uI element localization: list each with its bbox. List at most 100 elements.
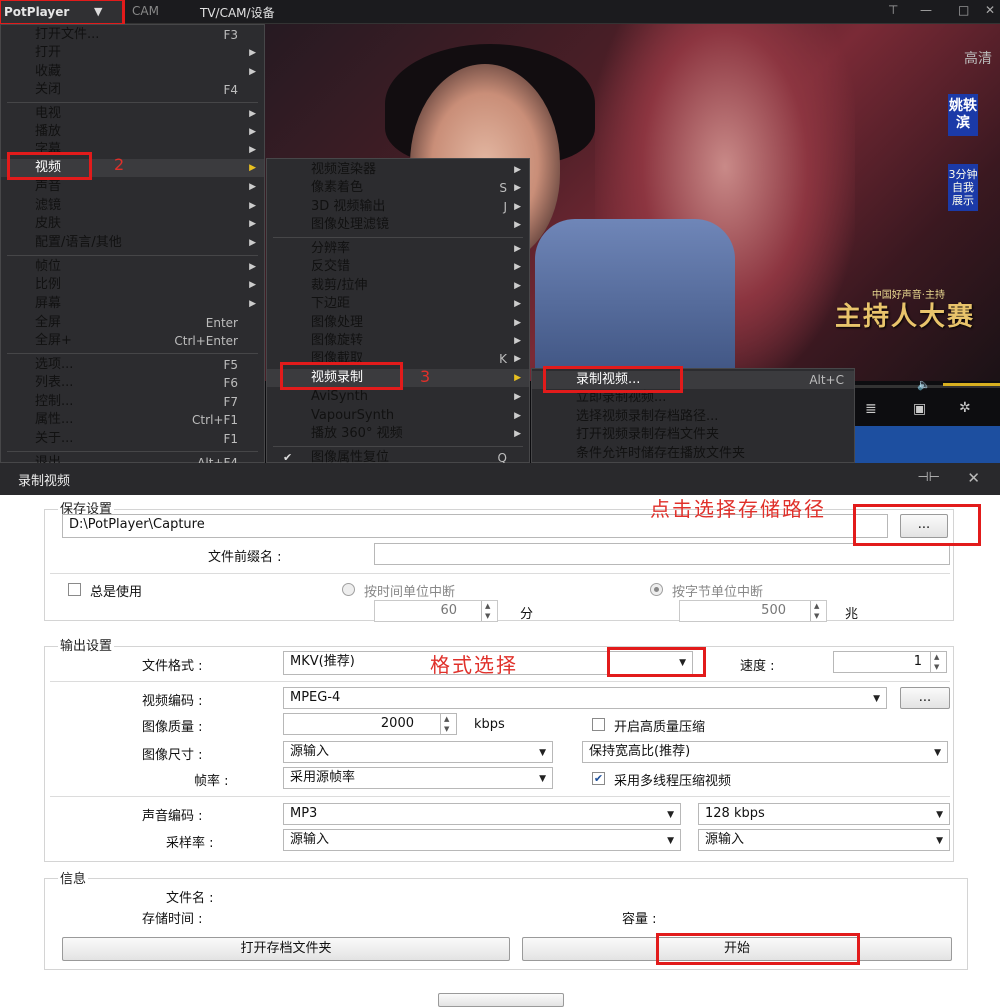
time-value-input[interactable]: 60 ▲ ▼: [374, 600, 498, 622]
control-accent-bar: [855, 426, 1000, 463]
pin-icon[interactable]: ⊣⊢: [917, 470, 940, 485]
spin-down-icon: ▼: [814, 612, 820, 620]
menu-item[interactable]: VapourSynth ▶: [267, 407, 529, 425]
acodec-value: MP3: [290, 806, 318, 821]
menu-item[interactable]: 退出 Alt+F4: [1, 454, 264, 463]
samplerate-label: 采样率 :: [166, 836, 214, 851]
channels-select[interactable]: 源输入 ▼: [698, 829, 950, 851]
vcodec-settings-button[interactable]: ...: [900, 687, 950, 709]
split-time-radio[interactable]: [342, 583, 355, 596]
menu-item[interactable]: 播放 360° 视频 ▶: [267, 425, 529, 443]
close-dialog-button[interactable]: [438, 993, 564, 1007]
menu-item[interactable]: 下边距 ▶: [267, 295, 529, 313]
menu-item[interactable]: 屏幕 ▶: [1, 295, 264, 313]
split-size-radio[interactable]: [650, 583, 663, 596]
menu-item[interactable]: 控制... F7: [1, 393, 264, 411]
submenu-arrow-icon: ▶: [249, 280, 256, 290]
menu-item[interactable]: AviSynth ▶: [267, 388, 529, 406]
menu-item[interactable]: 分辨率 ▶: [267, 240, 529, 258]
screen-icon[interactable]: ▣: [913, 401, 926, 417]
spin-down-icon: ▼: [485, 612, 491, 620]
speed-spinner[interactable]: ▲ ▼: [930, 652, 946, 672]
menu-item[interactable]: 声音 ▶: [1, 178, 264, 196]
maximize-icon[interactable]: □: [958, 3, 969, 17]
minimize-icon[interactable]: —: [920, 3, 932, 17]
menu-item[interactable]: 皮肤 ▶: [1, 215, 264, 233]
menu-item[interactable]: 选项... F5: [1, 356, 264, 374]
always-use-checkbox[interactable]: [68, 583, 81, 596]
submenu-arrow-icon: ▶: [249, 182, 256, 192]
aspect-select[interactable]: 保持宽高比(推荐) ▼: [582, 741, 948, 763]
menu-item[interactable]: 打开视频录制存档文件夹: [532, 426, 854, 444]
menu-item[interactable]: 全屏+ Ctrl+Enter: [1, 332, 264, 350]
menu-item[interactable]: 反交错 ▶: [267, 258, 529, 276]
quality-input[interactable]: 2000 ▲ ▼: [283, 713, 457, 735]
menu-item[interactable]: 关于... F1: [1, 430, 264, 448]
fps-value: 采用源帧率: [290, 770, 356, 785]
pin-icon[interactable]: ⊤: [888, 3, 898, 17]
output-settings-label: 输出设置: [58, 635, 115, 654]
vcodec-value: MPEG-4: [290, 690, 341, 705]
menu-item[interactable]: 列表... F6: [1, 374, 264, 392]
menu-item[interactable]: 图像处理 ▶: [267, 314, 529, 332]
size-value-input[interactable]: 500 ▲ ▼: [679, 600, 827, 622]
abitrate-select[interactable]: 128 kbps ▼: [698, 803, 950, 825]
gear-icon[interactable]: ✲: [959, 400, 971, 416]
hq-compress-checkbox[interactable]: [592, 718, 605, 731]
menu-item[interactable]: 像素着色 S ▶: [267, 179, 529, 197]
menu-item[interactable]: 3D 视频输出 J ▶: [267, 198, 529, 216]
prefix-input[interactable]: [374, 543, 950, 565]
submenu-arrow-icon: ▶: [249, 201, 256, 211]
acodec-select[interactable]: MP3 ▼: [283, 803, 681, 825]
menu-item[interactable]: 图像旋转 ▶: [267, 332, 529, 350]
quality-spinner[interactable]: ▲ ▼: [440, 714, 456, 734]
playlist-icon[interactable]: ≣: [865, 401, 877, 417]
menu-item[interactable]: 打开 ▶: [1, 44, 264, 62]
speed-label: 速度 :: [740, 659, 775, 674]
quality-value: 2000: [380, 716, 414, 731]
menu-item[interactable]: 选择视频录制存档路径...: [532, 408, 854, 426]
fps-select[interactable]: 采用源帧率 ▼: [283, 767, 553, 789]
size-value: 500: [761, 603, 786, 618]
submenu-arrow-icon: ▶: [514, 354, 521, 364]
menu-item[interactable]: 图像处理滤镜 ▶: [267, 216, 529, 234]
samplerate-select[interactable]: 源输入 ▼: [283, 829, 681, 851]
divider: [50, 796, 950, 797]
close-icon[interactable]: ✕: [967, 469, 980, 487]
close-icon[interactable]: ✕: [985, 3, 995, 17]
checkmark-icon: ✔: [283, 451, 293, 463]
menu-item[interactable]: 裁剪/拉伸 ▶: [267, 277, 529, 295]
menu-item[interactable]: 全屏 Enter: [1, 314, 264, 332]
menu-item[interactable]: 视频渲染器 ▶: [267, 161, 529, 179]
menu-item[interactable]: 收藏 ▶: [1, 63, 264, 81]
volume-slider[interactable]: [943, 383, 1000, 386]
menu-separator: [7, 353, 258, 354]
menu-item[interactable]: 比例 ▶: [1, 276, 264, 294]
submenu-arrow-icon: ▶: [514, 429, 521, 439]
menu-item[interactable]: 条件允许时储存在播放文件夹: [532, 445, 854, 463]
menu-item[interactable]: 打开文件... F3: [1, 26, 264, 44]
time-spinner[interactable]: ▲ ▼: [481, 601, 497, 621]
volume-icon[interactable]: 🔈: [917, 378, 931, 391]
menu-item[interactable]: 关闭 F4: [1, 81, 264, 99]
speed-input[interactable]: 1 ▲ ▼: [833, 651, 947, 673]
cam-label[interactable]: CAM: [132, 4, 159, 18]
menu-item[interactable]: 播放 ▶: [1, 123, 264, 141]
submenu-arrow-icon: ▶: [249, 127, 256, 137]
menu-item[interactable]: 电视 ▶: [1, 105, 264, 123]
multithread-checkbox[interactable]: ✔: [592, 772, 605, 785]
menu-item[interactable]: 滤镜 ▶: [1, 197, 264, 215]
time-value: 60: [440, 603, 457, 618]
menu-item[interactable]: 配置/语言/其他 ▶: [1, 234, 264, 252]
menu-item[interactable]: 帧位 ▶: [1, 258, 264, 276]
chevron-down-icon: ▼: [539, 774, 546, 784]
chevron-down-icon: ▼: [934, 748, 941, 758]
menu-item[interactable]: ✔ 图像属性复位 Q: [267, 449, 529, 463]
caption-sub-badge: 3分钟自我展示: [948, 164, 978, 211]
spin-up-icon: ▲: [485, 602, 491, 610]
menu-item[interactable]: 属性... Ctrl+F1: [1, 411, 264, 429]
size-spinner[interactable]: ▲ ▼: [810, 601, 826, 621]
open-folder-button[interactable]: 打开存档文件夹: [62, 937, 510, 961]
vcodec-select[interactable]: MPEG-4 ▼: [283, 687, 887, 709]
image-size-select[interactable]: 源输入 ▼: [283, 741, 553, 763]
